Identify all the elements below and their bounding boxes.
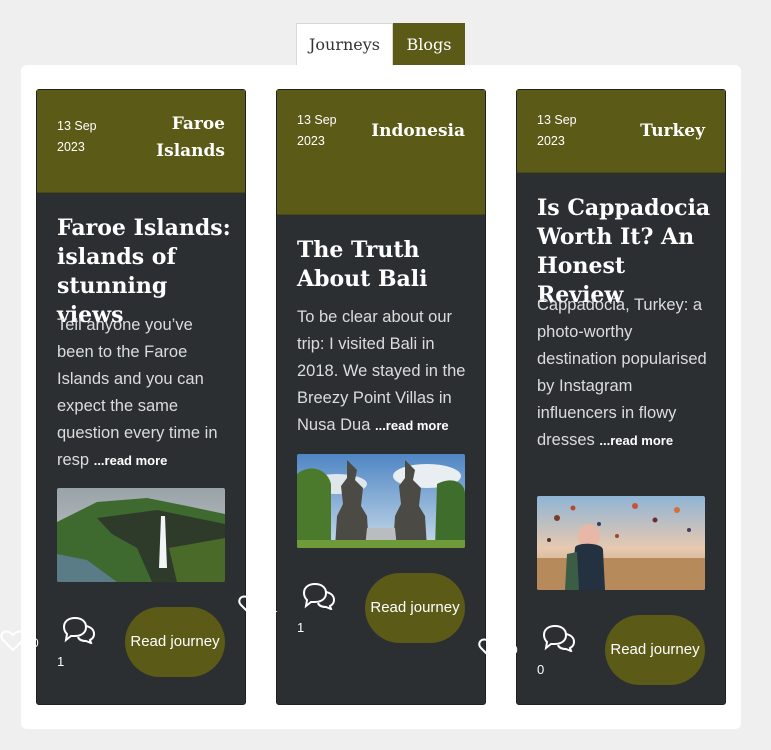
card-header: 13 Sep 2023 Faroe Islands bbox=[37, 90, 245, 193]
journey-card-turkey: 13 Sep 2023 Turkey Is Cappadocia Worth I… bbox=[516, 89, 726, 705]
card-date: 13 Sep 2023 bbox=[57, 119, 97, 154]
waterfall-cliff-photo bbox=[57, 488, 225, 582]
journey-card-faroe: 13 Sep 2023 Faroe Islands Faroe Islands:… bbox=[36, 89, 246, 705]
read-more-link[interactable]: ...read more bbox=[94, 453, 168, 468]
read-journey-button[interactable]: Read journey bbox=[605, 615, 705, 685]
tab-blogs[interactable]: Blogs bbox=[393, 23, 465, 65]
like-count: 0 bbox=[32, 636, 39, 650]
card-title[interactable]: The Truth About Bali bbox=[297, 236, 472, 294]
comment-count: 0 bbox=[537, 662, 545, 677]
tab-bar: Journeys Blogs bbox=[296, 23, 465, 65]
card-excerpt: To be clear about our trip: I visited Ba… bbox=[297, 308, 466, 434]
card-place: Turkey bbox=[640, 121, 705, 141]
comment-count: 1 bbox=[57, 654, 65, 669]
comments-icon[interactable] bbox=[301, 582, 337, 611]
card-header: 13 Sep 2023 Turkey bbox=[517, 90, 725, 173]
card-place: Indonesia bbox=[371, 121, 465, 141]
card-date: 13 Sep 2023 bbox=[297, 113, 337, 148]
temple-gate-photo bbox=[297, 454, 465, 548]
card-excerpt: Tell anyone you’ve been to the Faroe Isl… bbox=[57, 316, 218, 469]
tab-journeys[interactable]: Journeys bbox=[296, 23, 393, 65]
card-excerpt: Cappadocia, Turkey: a photo-worthy desti… bbox=[537, 296, 707, 449]
heart-icon[interactable] bbox=[238, 595, 264, 617]
comments-icon[interactable] bbox=[541, 624, 577, 653]
card-place: Faroe Islands bbox=[156, 114, 225, 161]
read-more-link[interactable]: ...read more bbox=[375, 418, 449, 433]
like-count: 0 bbox=[511, 643, 518, 657]
heart-icon[interactable] bbox=[478, 638, 504, 660]
read-journey-button[interactable]: Read journey bbox=[125, 607, 225, 677]
heart-icon[interactable] bbox=[0, 630, 26, 652]
read-more-link[interactable]: ...read more bbox=[599, 433, 673, 448]
balloons-photo bbox=[537, 496, 705, 590]
like-count: 1 bbox=[271, 601, 278, 615]
card-date: 13 Sep 2023 bbox=[537, 113, 577, 148]
journey-card-bali: 13 Sep 2023 Indonesia The Truth About Ba… bbox=[276, 89, 486, 705]
comments-icon[interactable] bbox=[61, 616, 97, 645]
comment-count: 1 bbox=[297, 620, 305, 635]
read-journey-button[interactable]: Read journey bbox=[365, 573, 465, 643]
card-header: 13 Sep 2023 Indonesia bbox=[277, 90, 485, 215]
